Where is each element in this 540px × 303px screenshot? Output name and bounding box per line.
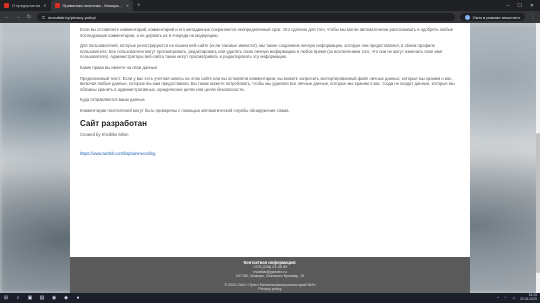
page-scrollbar[interactable] [536,23,540,293]
paragraph: Предлагаемый текст: Если у вас есть учет… [80,75,455,92]
incognito-icon [464,14,470,20]
browser-tab-strip: О предприятии ✕ Приватная политика - Моз… [0,0,540,11]
window-controls: – ☐ ✕ [507,3,540,9]
paragraph: Комментарии посетителей могут быть прове… [80,107,290,113]
close-window-icon[interactable]: ✕ [530,3,534,9]
site-favicon-icon [54,3,60,8]
task-view-icon[interactable]: ▣ [27,295,33,301]
section-heading: Сайт разработан [80,118,147,128]
volume-icon[interactable]: ◁ [512,296,515,300]
site-footer: Контактная информация: +375 (236) 23-45-… [70,257,470,293]
browser-icon[interactable]: ◉ [51,295,57,301]
start-icon[interactable]: ⊞ [3,295,9,301]
browser-toolbar: ← → ↻ ⚿ mozufsbr.by/privacy-policy/ Окно… [0,11,540,23]
site-info-icon[interactable]: ⚿ [42,15,45,20]
close-icon[interactable]: ✕ [43,3,46,8]
page-viewport: Если вы оставляете комментарий, коммента… [0,23,540,293]
reload-icon[interactable]: ↻ [26,14,32,20]
paragraph: Если вы оставляете комментарий, коммента… [80,27,454,38]
menu-dots-icon[interactable]: ⋮ [530,14,536,20]
back-arrow-icon[interactable]: ← [4,14,10,20]
network-icon[interactable]: ◠ [504,296,507,300]
site-favicon-icon [4,3,9,8]
incognito-label: Окно в режиме инкогнито [472,14,520,20]
minimize-icon[interactable]: – [507,3,510,9]
system-tray: ^ ◠ ◁ 15:25 22.04.2025 [497,293,537,302]
incognito-indicator[interactable]: Окно в режиме инкогнито [459,13,525,21]
privacy-policy-link[interactable]: Privacy policy [70,287,470,292]
tab-privacy-policy[interactable]: Приватная политика - Мозырь… ✕ [50,0,134,11]
chevron-up-icon[interactable]: ^ [497,296,499,300]
address-bar[interactable]: ⚿ mozufsbr.by/privacy-policy/ [37,13,455,21]
maximize-icon[interactable]: ☐ [517,3,521,9]
clock[interactable]: 15:25 22.04.2025 [520,293,537,302]
content-panel: Если вы оставляете комментарий, коммента… [70,23,470,257]
tab-label: Приватная политика - Мозырь… [62,3,123,8]
tab-about[interactable]: О предприятии ✕ [0,0,51,11]
credit-text: Created by Khvibiks Mlinn [80,131,129,137]
close-icon[interactable]: ✕ [126,3,129,8]
url-text: mozufsbr.by/privacy-policy/ [48,14,97,20]
file-explorer-icon[interactable]: ▤ [39,295,45,301]
new-tab-button[interactable]: + [133,3,145,9]
app-icon[interactable]: ◆ [63,295,69,301]
forward-arrow-icon[interactable]: → [15,14,21,20]
scrollbar-thumb[interactable] [536,133,540,273]
clock-date: 22.04.2025 [520,297,537,301]
paragraph: Для пользователей, которые регистрируютс… [80,43,443,60]
app-icon[interactable]: ● [75,295,81,301]
developer-link[interactable]: https://www.tumblr.com/lisphaninecoding [80,151,155,156]
tab-label: О предприятии [12,3,41,8]
search-icon[interactable]: ⌕ [15,295,21,301]
paragraph: Какие права вы имеете на свои данные [80,64,158,70]
paragraph: Куда отправляются ваши данные [80,97,145,103]
os-taskbar: ⊞ ⌕ ▣ ▤ ◉ ◆ ● ^ ◠ ◁ 15:25 22.04.2025 [0,293,540,303]
